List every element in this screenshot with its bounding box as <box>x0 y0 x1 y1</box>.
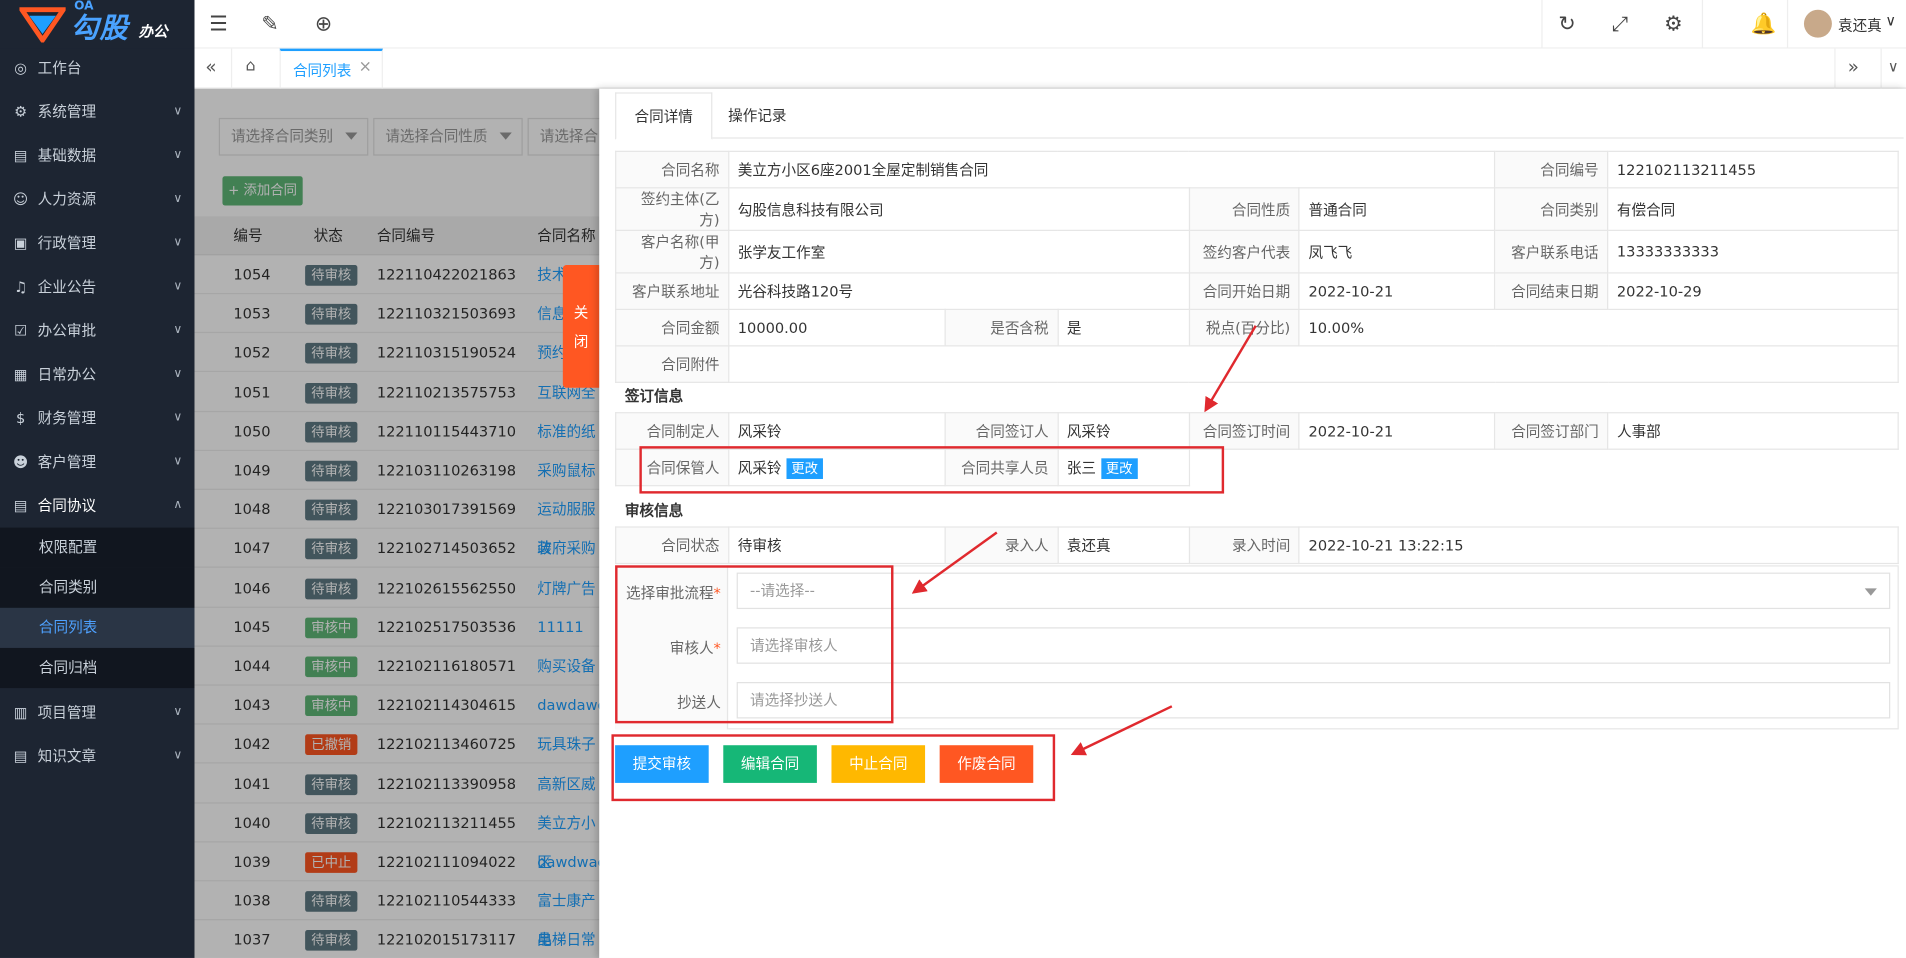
annotation-arrows <box>911 325 1257 756</box>
arrow-3 <box>1070 705 1173 756</box>
arrow-1 <box>1204 325 1257 413</box>
arrow-2 <box>911 531 998 594</box>
